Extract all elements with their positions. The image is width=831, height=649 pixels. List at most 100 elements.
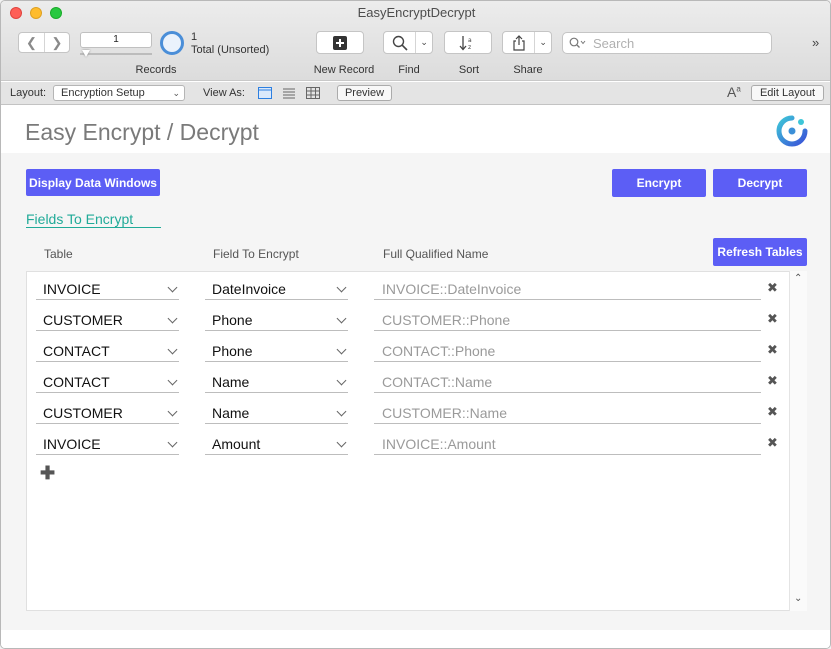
record-slider[interactable] [80, 53, 152, 55]
scroll-down-icon[interactable]: ⌄ [794, 593, 802, 604]
delete-icon[interactable]: ✖ [767, 404, 778, 420]
section-title: Fields To Encrypt [26, 211, 161, 228]
toolbar: EasyEncryptDecrypt ❮ ❯ 1 1 Total (Unsort… [1, 1, 830, 81]
layout-select[interactable]: Encryption Setup ⌄ [53, 85, 185, 101]
window-title: EasyEncryptDecrypt [357, 5, 476, 20]
field-select-value: Phone [212, 343, 253, 359]
table-select-value: CUSTOMER [43, 312, 123, 328]
page-header: Easy Encrypt / Decrypt [1, 106, 830, 153]
layout-select-value: Encryption Setup [61, 87, 145, 99]
chevron-down-icon [336, 313, 347, 324]
search-input[interactable]: Search [562, 32, 772, 54]
table-select[interactable]: CONTACT [36, 371, 179, 393]
delete-icon[interactable]: ✖ [767, 435, 778, 451]
view-as-label: View As: [203, 87, 245, 99]
decrypt-button[interactable]: Decrypt [713, 169, 807, 197]
page-title: Easy Encrypt / Decrypt [25, 119, 259, 145]
form-view-icon[interactable] [258, 87, 272, 99]
edit-layout-button[interactable]: Edit Layout [751, 85, 824, 101]
find-label: Find [398, 64, 420, 76]
chevron-down-icon [336, 344, 347, 355]
field-select[interactable]: Phone [205, 309, 348, 331]
font-size-icon[interactable]: Aa [727, 84, 741, 100]
chevron-down-icon [167, 344, 178, 355]
table-row: CONTACT Phone CONTACT::Phone ✖ [1, 340, 830, 371]
field-select[interactable]: Name [205, 371, 348, 393]
delete-icon[interactable]: ✖ [767, 342, 778, 358]
full-qualified-name-field[interactable]: CONTACT::Name [374, 371, 761, 393]
svg-text:a: a [468, 37, 472, 44]
table-select[interactable]: CUSTOMER [36, 402, 179, 424]
full-qualified-name-field[interactable]: INVOICE::DateInvoice [374, 278, 761, 300]
overflow-icon[interactable]: » [812, 35, 819, 50]
record-total: Total (Unsorted) [191, 44, 270, 56]
column-header-field: Field To Encrypt [213, 247, 299, 261]
sort-button[interactable]: a z [444, 31, 492, 54]
full-qualified-name-field[interactable]: CUSTOMER::Phone [374, 309, 761, 331]
table-select-value: CONTACT [43, 343, 110, 359]
record-nav-buttons: ❮ ❯ [18, 32, 70, 53]
list-view-icon[interactable] [282, 87, 296, 99]
find-button[interactable]: ⌄ [383, 31, 433, 54]
search-icon [569, 37, 586, 48]
back-icon[interactable]: ❮ [19, 33, 44, 52]
sort-label: Sort [458, 64, 480, 76]
add-icon[interactable]: ✚ [40, 463, 55, 484]
chevron-down-icon [336, 282, 347, 293]
full-qualified-name-field[interactable]: CUSTOMER::Name [374, 402, 761, 424]
field-select-value: DateInvoice [212, 281, 286, 297]
delete-icon[interactable]: ✖ [767, 373, 778, 389]
table-row: CONTACT Name CONTACT::Name ✖ [1, 371, 830, 402]
delete-icon[interactable]: ✖ [767, 311, 778, 327]
table-select-value: INVOICE [43, 281, 101, 297]
chevron-down-icon [167, 406, 178, 417]
full-qualified-name-field[interactable]: INVOICE::Amount [374, 433, 761, 455]
field-select[interactable]: Name [205, 402, 348, 424]
column-header-fqn: Full Qualified Name [383, 247, 489, 261]
full-qualified-name-field[interactable]: CONTACT::Phone [374, 340, 761, 362]
chevron-down-icon[interactable]: ⌄ [534, 32, 551, 53]
chevron-down-icon [336, 437, 347, 448]
layout-bar: Layout: Encryption Setup ⌄ View As: Prev… [1, 82, 830, 105]
delete-icon[interactable]: ✖ [767, 280, 778, 296]
chevron-down-icon [167, 375, 178, 386]
table-select-value: INVOICE [43, 436, 101, 452]
chevron-down-icon [167, 313, 178, 324]
record-count: 1 [191, 31, 198, 43]
field-select[interactable]: Amount [205, 433, 348, 455]
records-label: Records [135, 64, 177, 76]
share-label: Share [513, 64, 543, 76]
share-button[interactable]: ⌄ [502, 31, 552, 54]
table-select[interactable]: CUSTOMER [36, 309, 179, 331]
layout-label: Layout: [10, 87, 47, 99]
bottom-bar [1, 630, 830, 648]
table-row: INVOICE Amount INVOICE::Amount ✖ [1, 433, 830, 464]
forward-icon[interactable]: ❯ [44, 33, 69, 52]
display-data-windows-button[interactable]: Display Data Windows [26, 169, 160, 196]
table-select[interactable]: CONTACT [36, 340, 179, 362]
table-select[interactable]: INVOICE [36, 433, 179, 455]
table-select-value: CUSTOMER [43, 405, 123, 421]
table-select[interactable]: INVOICE [36, 278, 179, 300]
record-slider-handle[interactable] [82, 50, 90, 57]
table-row: CUSTOMER Name CUSTOMER::Name ✖ [1, 402, 830, 433]
preview-button[interactable]: Preview [337, 85, 392, 101]
table-view-icon[interactable] [306, 87, 320, 99]
new-record-button[interactable] [316, 31, 364, 54]
column-header-table: Table [44, 247, 73, 261]
chevron-down-icon [336, 375, 347, 386]
record-number-input[interactable]: 1 [80, 32, 152, 48]
chevron-down-icon[interactable]: ⌄ [415, 32, 432, 53]
field-select-value: Amount [212, 436, 261, 452]
refresh-tables-button[interactable]: Refresh Tables [713, 238, 807, 266]
chevron-down-icon [336, 406, 347, 417]
table-row: INVOICE DateInvoice INVOICE::DateInvoice… [1, 278, 830, 309]
encrypt-button[interactable]: Encrypt [612, 169, 706, 197]
chevron-down-icon: ⌄ [172, 88, 180, 98]
field-select-value: Phone [212, 312, 253, 328]
search-placeholder: Search [593, 35, 635, 51]
field-select[interactable]: Phone [205, 340, 348, 362]
share-icon [503, 32, 534, 53]
app-window: EasyEncryptDecrypt ❮ ❯ 1 1 Total (Unsort… [0, 0, 831, 649]
field-select[interactable]: DateInvoice [205, 278, 348, 300]
